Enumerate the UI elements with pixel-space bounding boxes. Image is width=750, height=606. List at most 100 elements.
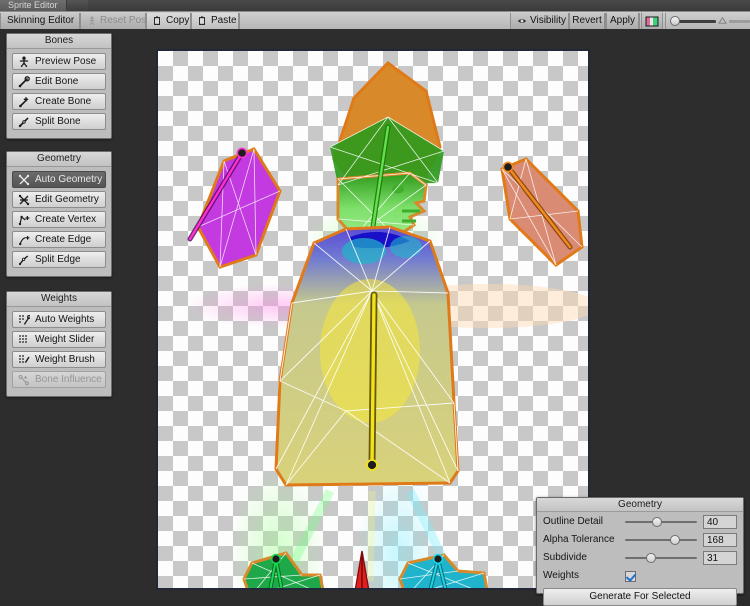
sprite-canvas[interactable] [156,49,590,590]
visibility-label: Visibility [530,13,566,29]
auto-geometry-icon [18,174,30,186]
zoom-slider[interactable] [670,13,716,29]
panel-weights: Weights Auto Weights We [6,291,112,397]
eye-icon [517,16,527,26]
create-vertex-icon [18,214,30,226]
alpha-tolerance-row: Alpha Tolerance 168 [543,532,737,548]
visibility-button[interactable]: Visibility [510,13,572,29]
editor-mode-label: Skinning Editor [7,13,74,29]
skeleton-icon [87,16,97,26]
bone-influence-icon [18,374,30,386]
toolbar-separator-5 [665,13,666,29]
weights-checkbox[interactable] [625,571,636,582]
alpha-tolerance-value[interactable]: 168 [703,533,737,547]
create-bone-button[interactable]: Create Bone [12,93,106,110]
outline-detail-value[interactable]: 40 [703,515,737,529]
split-edge-button[interactable]: Split Edge [12,251,106,268]
alpha-tolerance-slider[interactable] [625,532,697,548]
paste-icon [198,16,208,26]
preview-pose-label: Preview Pose [35,54,96,69]
edit-bone-button[interactable]: Edit Bone [12,73,106,90]
preview-pose-icon [18,56,30,68]
titlebar-empty-area [88,0,750,11]
weight-brush-button[interactable]: Weight Brush [12,351,106,368]
toolbar-separator-1 [239,13,240,29]
zoom-slider-knob[interactable] [670,16,680,26]
reset-pose-button[interactable]: Reset Pose [80,13,146,29]
texture-swatch-button[interactable] [641,13,663,29]
panel-weights-title: Weights [7,292,111,307]
revert-label: Revert [572,13,601,29]
auto-geometry-label: Auto Geometry [35,172,102,187]
create-bone-icon [18,96,30,108]
create-edge-icon [18,234,30,246]
geometry-settings-panel: Geometry Outline Detail 40 Alpha Toleran… [536,497,744,594]
weight-slider-icon [18,334,30,346]
revert-button[interactable]: Revert [569,13,605,29]
weight-brush-label: Weight Brush [35,352,95,367]
panel-geometry: Geometry Auto Geometry Edit Geometry [6,151,112,277]
create-vertex-button[interactable]: Create Vertex [12,211,106,228]
weights-label: Weights [543,568,625,584]
copy-label: Copy [166,13,189,29]
weights-row: Weights [543,568,737,584]
auto-weights-button[interactable]: Auto Weights [12,311,106,328]
create-vertex-label: Create Vertex [35,212,96,227]
texture-swatch-icon [645,16,659,27]
create-bone-label: Create Bone [35,94,91,109]
edit-geometry-button[interactable]: Edit Geometry [12,191,106,208]
split-edge-icon [18,254,30,266]
weight-slider-label: Weight Slider [35,332,94,347]
reset-pose-label: Reset Pose [100,13,152,29]
subdivide-slider[interactable] [625,550,697,566]
panel-geometry-title: Geometry [7,152,111,167]
subdivide-row: Subdivide 31 [543,550,737,566]
subdivide-label: Subdivide [543,550,625,566]
panel-bones-title: Bones [7,34,111,49]
bone-influence-button[interactable]: Bone Influence [12,371,106,388]
zoom-slider-track [676,20,716,23]
edit-geometry-icon [18,194,30,206]
split-edge-label: Split Edge [35,252,81,267]
weight-brush-icon [18,354,30,366]
subdivide-knob[interactable] [646,553,656,563]
bone-influence-label: Bone Influence [35,372,102,387]
panel-bones: Bones Preview Pose Edit Bone Create Bone [6,33,112,139]
split-bone-button[interactable]: Split Bone [12,113,106,130]
apply-label: Apply [610,13,635,29]
editor-mode-dropdown[interactable]: Skinning Editor [0,13,80,29]
window-titlebar: Sprite Editor [0,0,750,11]
create-edge-button[interactable]: Create Edge [12,231,106,248]
main-toolbar: Skinning Editor Reset Pose Copy [0,11,750,31]
subdivide-track [625,557,697,559]
weight-slider-button[interactable]: Weight Slider [12,331,106,348]
mesh-slider-icon [718,16,727,25]
create-edge-label: Create Edge [35,232,91,247]
preview-pose-button[interactable]: Preview Pose [12,53,106,70]
edit-bone-label: Edit Bone [35,74,78,89]
character-sprite-artwork [158,51,588,588]
paste-button[interactable]: Paste [191,13,239,29]
outline-detail-label: Outline Detail [543,514,625,530]
subdivide-value[interactable]: 31 [703,551,737,565]
toolbar-separator-4 [639,13,640,29]
outline-detail-slider[interactable] [625,514,697,530]
auto-weights-label: Auto Weights [35,312,94,327]
generate-for-selected-button[interactable]: Generate For Selected [543,588,737,606]
paste-label: Paste [211,13,237,29]
auto-weights-icon [18,314,30,326]
sprite-editor-window: Sprite Editor Skinning Editor Reset Pose [0,0,750,599]
alpha-tolerance-knob[interactable] [670,535,680,545]
secondary-slider-track[interactable] [729,20,750,23]
edit-bone-icon [18,76,30,88]
window-tab-sprite-editor[interactable]: Sprite Editor [0,0,67,11]
edit-geometry-label: Edit Geometry [35,192,99,207]
split-bone-icon [18,116,30,128]
apply-button[interactable]: Apply [606,13,639,29]
outline-detail-knob[interactable] [652,517,662,527]
alpha-tolerance-label: Alpha Tolerance [543,532,625,548]
split-bone-label: Split Bone [35,114,81,129]
geometry-settings-title: Geometry [537,498,743,512]
copy-button[interactable]: Copy [146,13,191,29]
auto-geometry-button[interactable]: Auto Geometry [12,171,106,188]
